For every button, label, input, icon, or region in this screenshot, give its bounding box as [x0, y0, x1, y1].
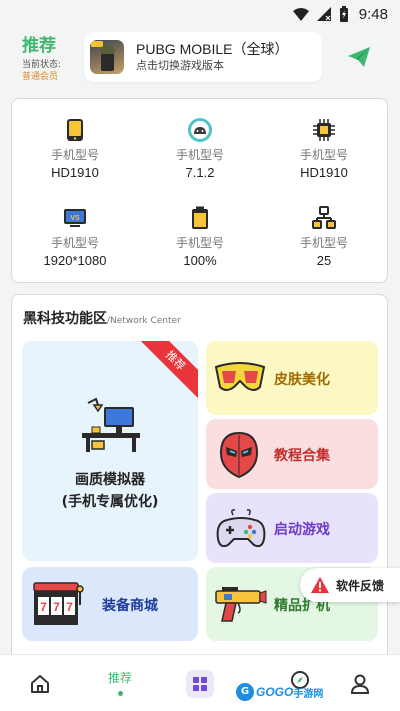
launch-game-tile[interactable]: 启动游戏	[206, 493, 378, 563]
active-dot	[117, 691, 123, 696]
clock: 9:48	[358, 5, 388, 23]
android-icon	[188, 118, 212, 142]
gamepad-icon	[216, 509, 266, 548]
graphics-simulator-tile[interactable]: 推荐 画质模拟器 (手机专属优化)	[22, 341, 198, 561]
member-state-label: 当前状态:	[22, 60, 62, 70]
tutorial-collection-label: 教程合集	[274, 448, 330, 464]
home-icon	[31, 674, 49, 693]
skin-beautify-tile[interactable]: 皮肤美化	[206, 341, 378, 415]
status-bar: 9:48	[0, 0, 400, 28]
info-item-network: 手机型号 25	[269, 205, 379, 269]
apps-grid-icon	[186, 669, 214, 698]
battery-charging-icon	[339, 6, 348, 22]
device-info-panel: 手机型号 HD1910 手机型号 7.1.2 手机型号 HD1910 VS 手机…	[11, 98, 388, 283]
info-item-cpu: 手机型号 HD1910	[269, 117, 379, 181]
watermark-badge-icon: G	[236, 683, 254, 701]
wifi-icon	[292, 7, 309, 21]
nav-recommend-label: 推荐	[107, 671, 132, 685]
graphics-simulator-label: 画质模拟器	[75, 472, 145, 488]
info-item-model: 手机型号 HD1910	[20, 117, 130, 181]
game-switch-card[interactable]: PUBG MOBILE（全球） 点击切换游戏版本	[84, 32, 322, 82]
member-state-value: 普通会员	[22, 72, 59, 82]
equipment-shop-label: 装备商城	[102, 598, 158, 614]
battery-icon	[192, 206, 208, 229]
info-item-resolution: VS 手机型号 1920*1080	[20, 205, 130, 269]
skin-beautify-label: 皮肤美化	[274, 372, 330, 388]
signal-icon	[316, 7, 331, 21]
ray-gun-icon	[215, 587, 267, 622]
page-title: 推荐	[22, 36, 56, 56]
svg-text:7: 7	[40, 600, 47, 614]
feedback-button[interactable]: 软件反馈	[300, 568, 400, 602]
launch-game-label: 启动游戏	[274, 522, 330, 538]
game-thumbnail	[90, 40, 124, 74]
equipment-shop-tile[interactable]: 7 7 7 装备商城	[22, 567, 198, 641]
nav-apps[interactable]	[160, 655, 240, 711]
nav-profile[interactable]	[320, 655, 400, 711]
desk-computer-icon	[82, 397, 140, 452]
send-icon[interactable]	[346, 44, 372, 70]
svg-text:7: 7	[66, 600, 73, 614]
cpu-chip-icon	[313, 119, 335, 141]
hero-mask-icon	[219, 431, 259, 479]
nav-recommend[interactable]: 推荐	[80, 655, 160, 711]
warning-icon	[311, 577, 329, 593]
tutorial-collection-tile[interactable]: 教程合集	[206, 419, 378, 489]
slot-machine-icon: 7 7 7	[33, 582, 84, 625]
tech-section-subtitle: /Network Center	[107, 316, 181, 326]
svg-text:7: 7	[53, 600, 60, 614]
graphics-simulator-sublabel: (手机专属优化)	[61, 494, 159, 510]
user-icon	[350, 674, 370, 694]
recommend-ribbon: 推荐	[136, 341, 198, 400]
goggles-mask-icon	[214, 362, 266, 391]
header: 推荐 当前状态: 普通会员 PUBG MOBILE（全球） 点击切换游戏版本	[0, 30, 400, 86]
nav-home[interactable]	[0, 655, 80, 711]
info-item-battery: 手机型号 100%	[145, 205, 255, 269]
header-left: 推荐 当前状态: 普通会员	[22, 36, 82, 83]
game-switch-hint: 点击切换游戏版本	[136, 59, 224, 72]
game-name: PUBG MOBILE（全球）	[136, 41, 289, 57]
network-tree-icon	[312, 206, 336, 229]
svg-text:VS: VS	[70, 215, 80, 222]
monitor-vs-icon: VS	[64, 209, 86, 227]
feedback-label: 软件反馈	[336, 578, 385, 593]
tech-section-title: 黑科技功能区/Network Center	[23, 311, 181, 327]
watermark-logo: G GOGO 手游网	[236, 681, 323, 703]
phone-yellow-icon	[67, 119, 83, 141]
info-item-android: 手机型号 7.1.2	[145, 117, 255, 181]
bottom-nav: 推荐	[0, 654, 400, 711]
